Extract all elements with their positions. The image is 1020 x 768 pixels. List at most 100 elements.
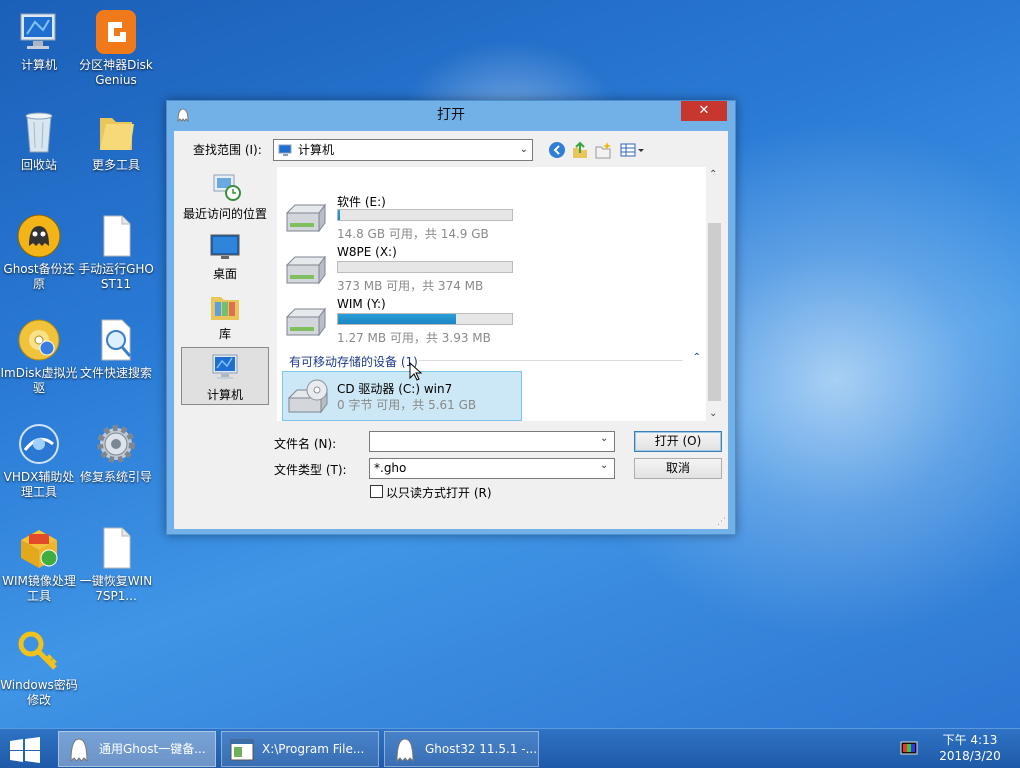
- desktop-icon-diskgenius[interactable]: 分区神器DiskGenius: [77, 8, 155, 88]
- desktop-icon-wim-tool[interactable]: WIM镜像处理工具: [0, 524, 78, 604]
- hard-drive-icon: [283, 203, 331, 237]
- new-folder-icon[interactable]: [594, 141, 612, 159]
- desktop-icon-computer[interactable]: 计算机: [0, 8, 78, 73]
- desktop-icon-label: VHDX辅助处理工具: [3, 470, 75, 499]
- desktop-icon-ghost-backup[interactable]: Ghost备份还原: [0, 212, 78, 292]
- desktop-icon-label: 计算机: [20, 58, 57, 72]
- desktop-icon-file-search[interactable]: 文件快速搜索: [77, 316, 155, 381]
- place-label: 计算机: [206, 388, 243, 402]
- key-icon: [15, 628, 63, 676]
- taskbar-button-label: X:\Program File...: [262, 742, 365, 756]
- drive-name: WIM (Y:): [337, 297, 386, 311]
- readonly-checkbox[interactable]: [370, 485, 383, 498]
- look-in-label: 查找范围 (I):: [193, 143, 262, 157]
- desktop-icon-label: ImDisk虚拟光驱: [0, 366, 78, 395]
- hard-drive-icon: [283, 307, 331, 341]
- drive-usage-fill: [338, 210, 340, 220]
- desktop-icon-recycle-bin[interactable]: 回收站: [0, 108, 78, 173]
- ghost-icon: [15, 212, 63, 260]
- drive-usage-bar: [337, 313, 513, 325]
- clock-date: 2018/3/20: [939, 749, 1001, 763]
- cd-drive-item[interactable]: CD 驱动器 (C:) win7 0 字节 可用，共 5.61 GB: [282, 371, 522, 421]
- drive-usage-bar: [337, 261, 513, 273]
- ghost-icon: [391, 736, 419, 764]
- desktop-icon-ghost11[interactable]: 手动运行GHOST11: [77, 212, 155, 292]
- view-menu-icon[interactable]: [620, 141, 646, 159]
- taskbar-button-label: Ghost32 11.5.1 -...: [425, 742, 538, 756]
- scroll-up-icon[interactable]: ⌃: [709, 169, 717, 180]
- open-dialog: 打开 ✕ 查找范围 (I): 计算机 ⌄ 最近访问的位置 桌面 库 计算机 软件…: [166, 100, 736, 535]
- taskbar-button-program-files[interactable]: X:\Program File...: [221, 731, 379, 767]
- cancel-button[interactable]: 取消: [634, 458, 722, 479]
- wim-package-icon: [15, 524, 63, 572]
- computer-icon: [208, 352, 242, 384]
- scroll-down-icon[interactable]: ⌄: [709, 408, 717, 419]
- taskbar: 通用Ghost一键备... X:\Program File... Ghost32…: [0, 728, 1020, 768]
- desktop-icon-more-tools[interactable]: 更多工具: [77, 108, 155, 173]
- taskbar-button-ghost32[interactable]: Ghost32 11.5.1 -...: [384, 731, 539, 767]
- desktop-icon-password[interactable]: Windows密码修改: [0, 628, 78, 708]
- look-in-combo[interactable]: 计算机 ⌄: [273, 139, 533, 161]
- drive-info: 1.27 MB 可用，共 3.93 MB: [337, 331, 491, 345]
- search-icon: [92, 316, 140, 364]
- chevron-down-icon: ⌄: [519, 144, 528, 155]
- cd-drive-name: CD 驱动器 (C:) win7: [337, 382, 453, 396]
- place-recent[interactable]: 最近访问的位置: [181, 167, 269, 225]
- recent-places-icon: [208, 171, 242, 203]
- document-icon: [92, 524, 140, 572]
- cd-drive-icon: [285, 378, 333, 418]
- up-folder-icon[interactable]: [571, 141, 589, 159]
- recycle-bin-icon: [15, 108, 63, 156]
- places-bar: 最近访问的位置 桌面 库 计算机: [181, 167, 271, 427]
- computer-icon: [278, 143, 294, 156]
- scroll-thumb[interactable]: [708, 223, 721, 401]
- desktop-icon-vhdx[interactable]: VHDX辅助处理工具: [0, 420, 78, 500]
- gear-icon: [92, 420, 140, 468]
- start-button[interactable]: [8, 737, 42, 763]
- folder-icon: [92, 108, 140, 156]
- filename-input[interactable]: [369, 431, 615, 452]
- file-list-scrollbar[interactable]: ⌃ ⌄: [706, 167, 723, 421]
- dialog-body: 查找范围 (I): 计算机 ⌄ 最近访问的位置 桌面 库 计算机 软件 (E:)…: [174, 131, 728, 529]
- drive-usage-bar: [337, 209, 513, 221]
- group-divider: [419, 360, 683, 361]
- diskgenius-icon: [92, 8, 140, 56]
- place-computer[interactable]: 计算机: [181, 347, 269, 405]
- desktop-icon-label: Windows密码修改: [0, 678, 78, 707]
- cd-disc-icon: [15, 316, 63, 364]
- back-icon[interactable]: [548, 141, 566, 159]
- document-icon: [92, 212, 140, 260]
- taskbar-button-label: 通用Ghost一键备...: [99, 742, 206, 756]
- desktop-icon-label: 文件快速搜索: [79, 366, 152, 380]
- place-label: 桌面: [212, 267, 237, 281]
- desktop-icon-label: 更多工具: [91, 158, 140, 172]
- desktop-icon-imdisk[interactable]: ImDisk虚拟光驱: [0, 316, 78, 396]
- place-desktop[interactable]: 桌面: [181, 227, 269, 285]
- desktop-icon-boot-repair[interactable]: 修复系统引导: [77, 420, 155, 485]
- drive-info: 14.8 GB 可用，共 14.9 GB: [337, 227, 489, 241]
- drive-y[interactable]: WIM (Y:) 1.27 MB 可用，共 3.93 MB: [283, 297, 519, 347]
- window-app-icon: [228, 736, 256, 764]
- ghost-icon: [65, 736, 93, 764]
- hard-drive-icon: [283, 167, 331, 169]
- filetype-select[interactable]: *.gho: [369, 458, 615, 479]
- dialog-title: 打开: [437, 107, 465, 123]
- desktop-icon-label: 修复系统引导: [79, 470, 152, 484]
- open-button[interactable]: 打开 (O): [634, 431, 722, 452]
- taskbar-button-ghost-backup[interactable]: 通用Ghost一键备...: [58, 731, 216, 767]
- display-tray-icon[interactable]: [900, 741, 918, 757]
- desktop-icon-label: Ghost备份还原: [3, 262, 75, 291]
- removable-group-header[interactable]: 有可移动存储的设备 (1) ⌃: [289, 352, 701, 369]
- resize-grip-icon[interactable]: ⋰: [717, 517, 726, 527]
- close-button[interactable]: ✕: [681, 101, 727, 121]
- chevron-up-icon[interactable]: ⌃: [693, 352, 701, 363]
- hard-drive-icon: [283, 255, 331, 289]
- drive-name: 软件 (E:): [337, 195, 386, 209]
- place-libraries[interactable]: 库: [181, 287, 269, 345]
- desktop-icon-restore-win7[interactable]: 一键恢复WIN7SP1...: [77, 524, 155, 604]
- taskbar-clock[interactable]: 下午 4:13 2018/3/20: [930, 732, 1010, 764]
- drive-x[interactable]: W8PE (X:) 373 MB 可用，共 374 MB: [283, 245, 519, 295]
- drive-e[interactable]: 软件 (E:) 14.8 GB 可用，共 14.9 GB: [283, 193, 519, 243]
- desktop-icon-label: 一键恢复WIN7SP1...: [79, 574, 153, 603]
- file-list[interactable]: 软件 (E:) 14.8 GB 可用，共 14.9 GB W8PE (X:) 3…: [277, 167, 723, 421]
